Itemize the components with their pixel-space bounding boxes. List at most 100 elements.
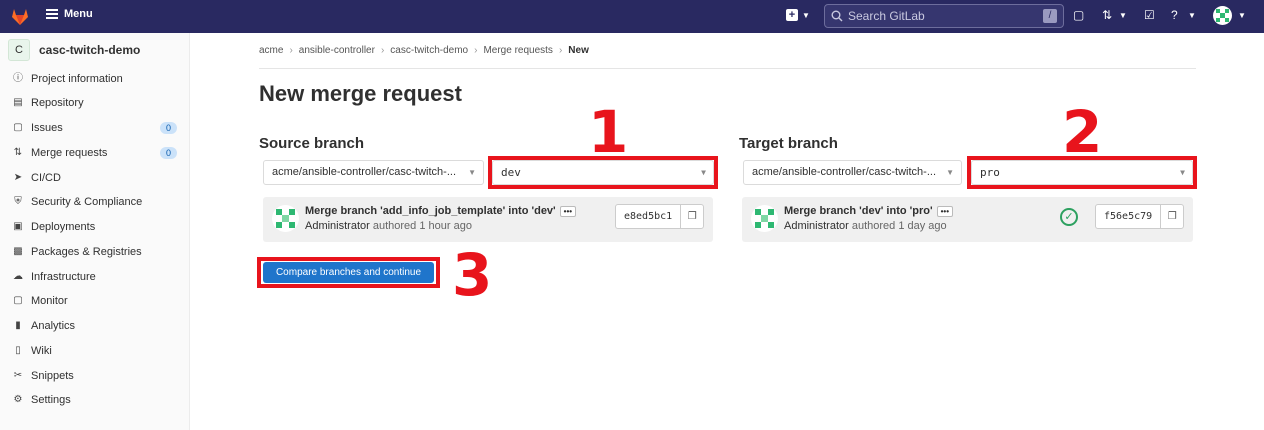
- sidebar-item-packages[interactable]: ▩ Packages & Registries: [12, 246, 177, 258]
- project-avatar: C: [8, 39, 30, 61]
- search-input[interactable]: Search GitLab /: [824, 4, 1064, 28]
- sidebar-item-ci-cd[interactable]: ➤ CI/CD: [12, 172, 177, 184]
- sidebar-item-label: Settings: [31, 394, 71, 406]
- sidebar-item-merge-requests[interactable]: ⇅ Merge requests 0: [12, 147, 177, 159]
- cloud-icon: ☁: [13, 271, 23, 282]
- todo-icon[interactable]: ☑: [1144, 8, 1155, 22]
- page-title: New merge request: [259, 81, 462, 106]
- sidebar-project-header[interactable]: C casc-twitch-demo: [8, 39, 140, 61]
- target-project-dropdown[interactable]: acme/ansible-controller/casc-twitch-... …: [743, 160, 962, 185]
- breadcrumb-separator-icon: ›: [380, 45, 385, 56]
- chevron-down-icon[interactable]: ▼: [1119, 11, 1127, 20]
- pipeline-passed-icon[interactable]: ✓: [1060, 208, 1078, 226]
- scissors-icon: ✂: [13, 370, 23, 381]
- package-icon: ▩: [13, 246, 23, 257]
- chevron-down-icon: ▼: [468, 168, 476, 177]
- breadcrumb: acme › ansible-controller › casc-twitch-de…: [259, 45, 589, 56]
- commit-title-text: Merge branch 'dev' into 'pro': [784, 205, 933, 217]
- breadcrumb-divider: [259, 68, 1196, 69]
- project-name: casc-twitch-demo: [39, 43, 141, 57]
- book-icon: ▯: [15, 345, 21, 356]
- sidebar-item-snippets[interactable]: ✂ Snippets: [12, 370, 177, 382]
- sha-text: f56e5c79: [1096, 205, 1162, 228]
- create-new-icon[interactable]: +: [786, 9, 798, 21]
- sidebar-item-label: Analytics: [31, 320, 76, 332]
- merge-request-icon: ⇅: [13, 147, 23, 158]
- merge-request-icon[interactable]: ⇅: [1102, 8, 1112, 22]
- sidebar-item-label: Packages & Registries: [31, 246, 142, 258]
- target-branch-label: Target branch: [739, 135, 838, 152]
- shield-icon: ⛨: [14, 196, 22, 207]
- sidebar-item-deployments[interactable]: ▣ Deployments: [12, 221, 177, 233]
- commit-authored-time: authored 1 day ago: [851, 220, 947, 232]
- source-project-dropdown[interactable]: acme/ansible-controller/casc-twitch-... …: [263, 160, 484, 185]
- hamburger-icon: [46, 9, 58, 19]
- breadcrumb-item[interactable]: ansible-controller: [299, 45, 375, 56]
- sidebar-item-analytics[interactable]: ▮ Analytics: [12, 320, 177, 332]
- rocket-icon: ➤: [13, 172, 23, 183]
- target-commit-sha[interactable]: f56e5c79 ❐: [1095, 204, 1185, 229]
- ellipsis-icon[interactable]: •••: [559, 205, 577, 217]
- sidebar-item-monitor[interactable]: ▢ Monitor: [12, 295, 177, 307]
- user-avatar[interactable]: [1213, 6, 1232, 25]
- copy-icon[interactable]: ❐: [681, 205, 703, 228]
- issues-count-badge: 0: [159, 122, 177, 134]
- deploy-icon: ▣: [13, 221, 23, 232]
- source-project-value: acme/ansible-controller/casc-twitch-...: [272, 166, 457, 178]
- sidebar-item-label: Issues: [31, 122, 63, 134]
- sidebar-item-label: Security & Compliance: [31, 196, 143, 208]
- menu-button[interactable]: Menu: [46, 8, 93, 20]
- sidebar-item-label: Project information: [31, 73, 123, 85]
- sidebar-item-label: CI/CD: [31, 172, 61, 184]
- chevron-down-icon[interactable]: ▼: [1188, 11, 1196, 20]
- sidebar-item-issues[interactable]: ▢ Issues 0: [12, 122, 177, 134]
- commit-author[interactable]: Administrator: [305, 220, 370, 232]
- source-commit-title[interactable]: Merge branch 'add_info_job_template' int…: [305, 205, 577, 217]
- breadcrumb-separator-icon: ›: [558, 45, 563, 56]
- breadcrumb-item[interactable]: casc-twitch-demo: [390, 45, 468, 56]
- breadcrumb-current: New: [568, 45, 589, 56]
- merge-requests-count-badge: 0: [159, 147, 177, 159]
- issues-icon[interactable]: ▢: [1073, 8, 1084, 22]
- commit-authored-time: authored 1 hour ago: [372, 220, 472, 232]
- sidebar-item-label: Wiki: [31, 345, 52, 357]
- chevron-down-icon[interactable]: ▼: [802, 11, 810, 20]
- target-commit-meta: Administrator authored 1 day ago: [784, 220, 947, 232]
- menu-label: Menu: [64, 8, 93, 20]
- search-icon: [831, 10, 843, 22]
- source-commit-card: Merge branch 'add_info_job_template' int…: [263, 197, 713, 242]
- sidebar-item-wiki[interactable]: ▯ Wiki: [12, 345, 177, 357]
- author-avatar[interactable]: [751, 205, 778, 232]
- annotation-number-1: 1: [588, 98, 629, 166]
- author-avatar[interactable]: [272, 205, 299, 232]
- target-commit-card: Merge branch 'dev' into 'pro' ••• Adminis…: [742, 197, 1193, 242]
- gitlab-logo-icon[interactable]: [9, 5, 31, 27]
- chevron-down-icon[interactable]: ▼: [1238, 11, 1246, 20]
- sidebar-item-infrastructure[interactable]: ☁ Infrastructure: [12, 271, 177, 283]
- monitor-icon: ▢: [13, 295, 23, 306]
- breadcrumb-item[interactable]: acme: [259, 45, 283, 56]
- top-navbar: Menu + ▼ Search GitLab / ▢ ⇅ ▼ ☑ ? ▼ ▼: [0, 0, 1264, 33]
- sidebar-item-security[interactable]: ⛨ Security & Compliance: [12, 196, 177, 208]
- commit-author[interactable]: Administrator: [784, 220, 849, 232]
- search-placeholder: Search GitLab: [848, 9, 925, 23]
- sha-text: e8ed5bc1: [616, 205, 682, 228]
- info-icon: ⓘ: [13, 73, 23, 84]
- sidebar-item-label: Monitor: [31, 295, 68, 307]
- compare-branches-button[interactable]: Compare branches and continue: [263, 262, 434, 283]
- chevron-down-icon: ▼: [946, 168, 954, 177]
- target-commit-title[interactable]: Merge branch 'dev' into 'pro' •••: [784, 205, 953, 217]
- sidebar-item-project-information[interactable]: ⓘ Project information: [12, 73, 177, 85]
- source-commit-sha[interactable]: e8ed5bc1 ❐: [615, 204, 705, 229]
- copy-icon[interactable]: ❐: [1161, 205, 1183, 228]
- help-icon[interactable]: ?: [1171, 8, 1178, 22]
- annotation-number-2: 2: [1062, 98, 1103, 166]
- breadcrumb-item[interactable]: Merge requests: [483, 45, 552, 56]
- search-shortcut-key: /: [1043, 9, 1057, 23]
- commit-title-text: Merge branch 'add_info_job_template' int…: [305, 205, 556, 217]
- sidebar-item-settings[interactable]: ⚙ Settings: [12, 394, 177, 406]
- ellipsis-icon[interactable]: •••: [936, 205, 953, 217]
- gear-icon: ⚙: [13, 394, 23, 405]
- sidebar-item-repository[interactable]: ▤ Repository: [12, 97, 177, 109]
- sidebar-item-label: Deployments: [31, 221, 96, 233]
